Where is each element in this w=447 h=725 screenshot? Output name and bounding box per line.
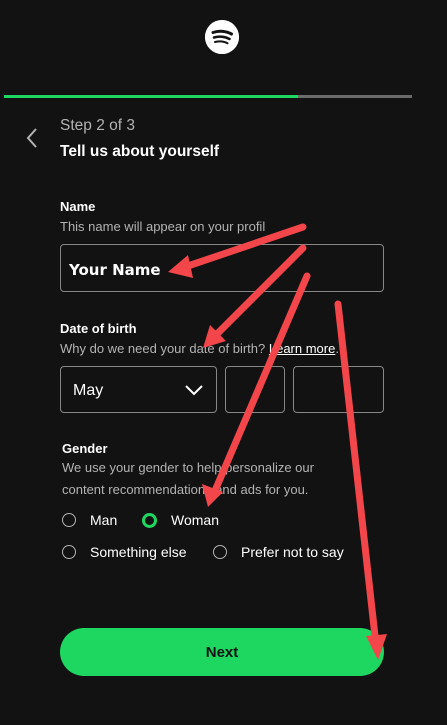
day-input[interactable]: [225, 366, 285, 413]
dob-help-suffix: .: [335, 341, 339, 356]
next-button-label: Next: [205, 643, 239, 661]
step-indicator: Step 2 of 3: [60, 117, 135, 134]
name-label: Name: [60, 199, 96, 214]
dob-help-text: Why do we need your date of birth? Learn…: [60, 341, 339, 356]
gender-option-woman[interactable]: Woman: [142, 512, 219, 528]
dob-label: Date of birth: [60, 321, 137, 336]
progress-bar: [4, 95, 412, 98]
name-help-text: This name will appear on your profil: [60, 219, 266, 234]
gender-help-line1: We use your gender to help personalize o…: [62, 460, 314, 475]
spotify-logo-icon: [205, 20, 239, 54]
month-select-value: May: [73, 382, 104, 399]
gender-option-label: Man: [90, 512, 118, 528]
dob-help-prefix: Why do we need your date of birth?: [60, 341, 269, 356]
back-button[interactable]: [18, 124, 46, 152]
year-input[interactable]: [293, 366, 384, 413]
gender-option-man[interactable]: Man: [62, 512, 117, 528]
signup-step-screen: Step 2 of 3 Tell us about yourself Name …: [0, 0, 447, 725]
radio-unchecked-icon: [213, 545, 227, 559]
progress-bar-fill: [4, 95, 298, 98]
gender-option-label: Something else: [90, 544, 187, 560]
gender-help-line2: content recommendations and ads for you.: [62, 482, 309, 497]
next-button[interactable]: Next: [60, 628, 384, 676]
gender-option-prefer-not-to-say[interactable]: Prefer not to say: [213, 544, 344, 560]
radio-unchecked-icon: [62, 513, 76, 527]
name-input[interactable]: Your Name: [60, 244, 384, 292]
chevron-down-icon: [185, 385, 203, 396]
month-select[interactable]: May: [60, 366, 217, 413]
gender-option-label: Prefer not to say: [241, 544, 344, 560]
annotation-arrows: [168, 223, 387, 660]
gender-option-label: Woman: [171, 512, 219, 528]
gender-option-something-else[interactable]: Something else: [62, 544, 187, 560]
name-input-value: Your Name: [69, 261, 161, 279]
step-title: Tell us about yourself: [60, 143, 220, 160]
arrow-to-next-button: [334, 300, 380, 649]
learn-more-link[interactable]: Learn more: [269, 341, 335, 356]
radio-unchecked-icon: [62, 545, 76, 559]
radio-checked-icon: [142, 512, 157, 528]
gender-label: Gender: [62, 441, 108, 456]
chevron-left-icon: [26, 128, 37, 148]
